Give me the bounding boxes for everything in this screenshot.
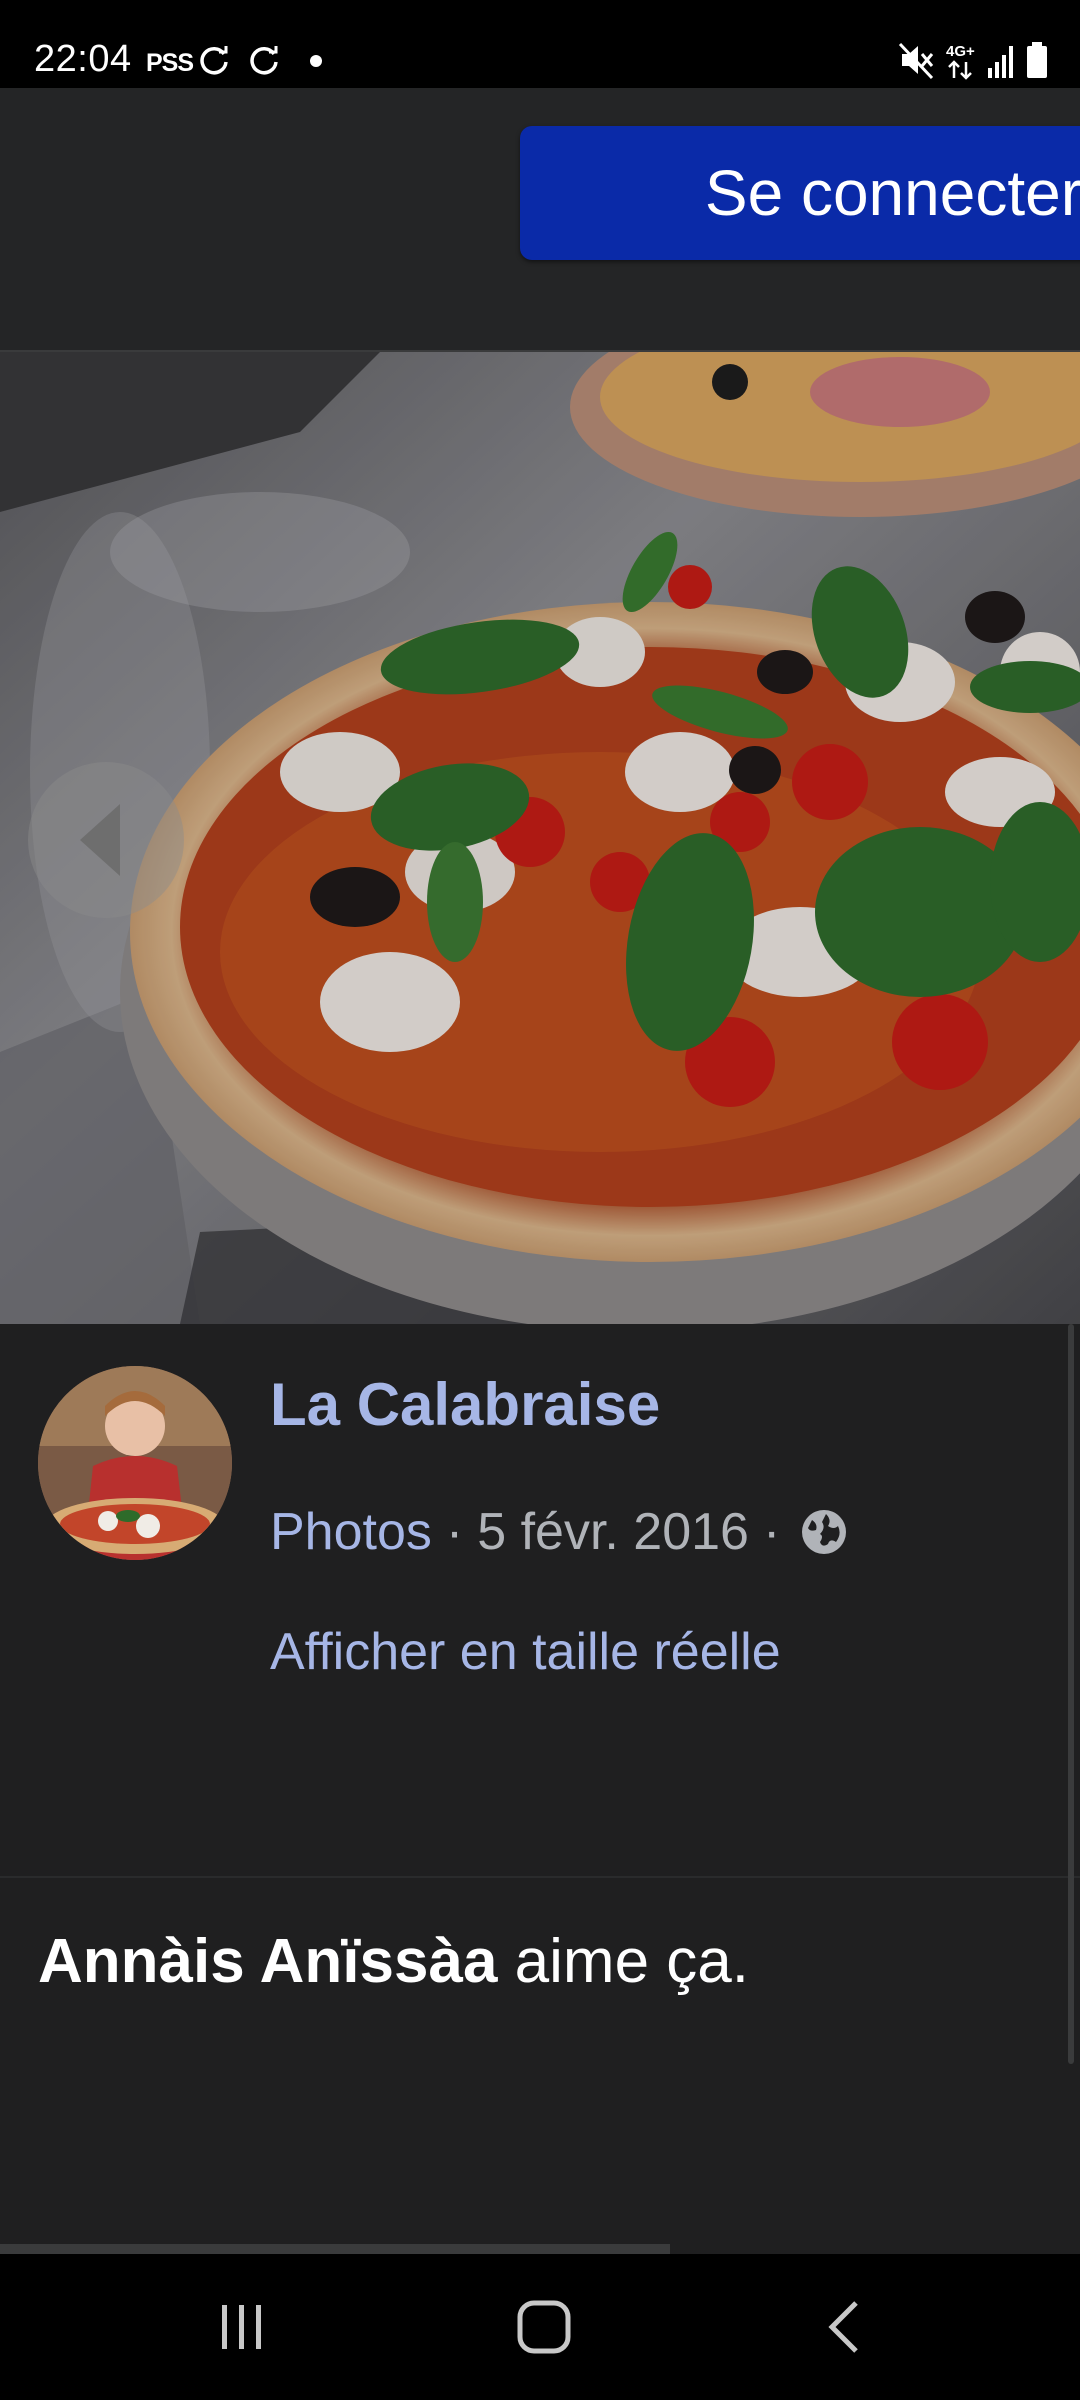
system-nav-bar	[0, 2254, 1080, 2400]
signal-icon	[988, 46, 1013, 78]
album-link[interactable]: Photos	[270, 1502, 432, 1562]
notification-dot-icon	[310, 55, 322, 67]
status-time: 22:04	[34, 38, 132, 80]
photo-viewer[interactable]	[0, 352, 1080, 1324]
chevron-left-icon	[80, 804, 120, 876]
meta-separator: ·	[762, 1503, 781, 1561]
view-full-size-link[interactable]: Afficher en taille réelle	[270, 1622, 781, 1682]
scrollbar[interactable]	[1068, 1324, 1074, 2064]
back-icon	[828, 2301, 858, 2353]
back-button[interactable]	[796, 2282, 896, 2372]
home-icon	[517, 2300, 571, 2354]
connect-button[interactable]: Se connecter	[520, 126, 1080, 260]
sync-icon	[250, 46, 278, 75]
status-pss-label: PSS	[146, 49, 194, 77]
liker-name[interactable]: Annàis Anïssàa	[38, 1927, 497, 1996]
recent-apps-button[interactable]	[192, 2282, 292, 2372]
svg-text:4G+: 4G+	[946, 43, 975, 60]
previous-photo-button[interactable]	[28, 762, 184, 918]
post-date: 5 févr. 2016	[477, 1503, 749, 1561]
avatar-photo	[38, 1366, 232, 1560]
meta-separator: ·	[445, 1503, 464, 1561]
page-progress-fill	[0, 2244, 670, 2254]
post-info: La Calabraise Photos · 5 févr. 2016 · Af…	[0, 1324, 1080, 2324]
post-meta: Photos · 5 févr. 2016 ·	[270, 1502, 850, 1562]
mute-icon	[898, 42, 934, 80]
header: Se connecter	[0, 88, 1080, 352]
recent-apps-icon	[222, 2305, 261, 2349]
page-name-link[interactable]: La Calabraise	[270, 1370, 660, 1439]
status-bar: 22:04 PSS 4G+	[0, 0, 1080, 88]
home-button[interactable]	[494, 2282, 594, 2372]
divider	[0, 1876, 1080, 1878]
likes-summary: Annàis Anïssàa aime ça.	[38, 1926, 749, 1997]
network-4g-icon: 4G+	[946, 43, 975, 80]
sync-icon	[200, 46, 228, 75]
page-progress-bar	[0, 2244, 1080, 2254]
battery-icon	[1027, 42, 1047, 78]
likes-suffix: aime ça.	[497, 1927, 749, 1996]
globe-icon	[802, 1510, 847, 1554]
avatar[interactable]	[38, 1366, 232, 1560]
